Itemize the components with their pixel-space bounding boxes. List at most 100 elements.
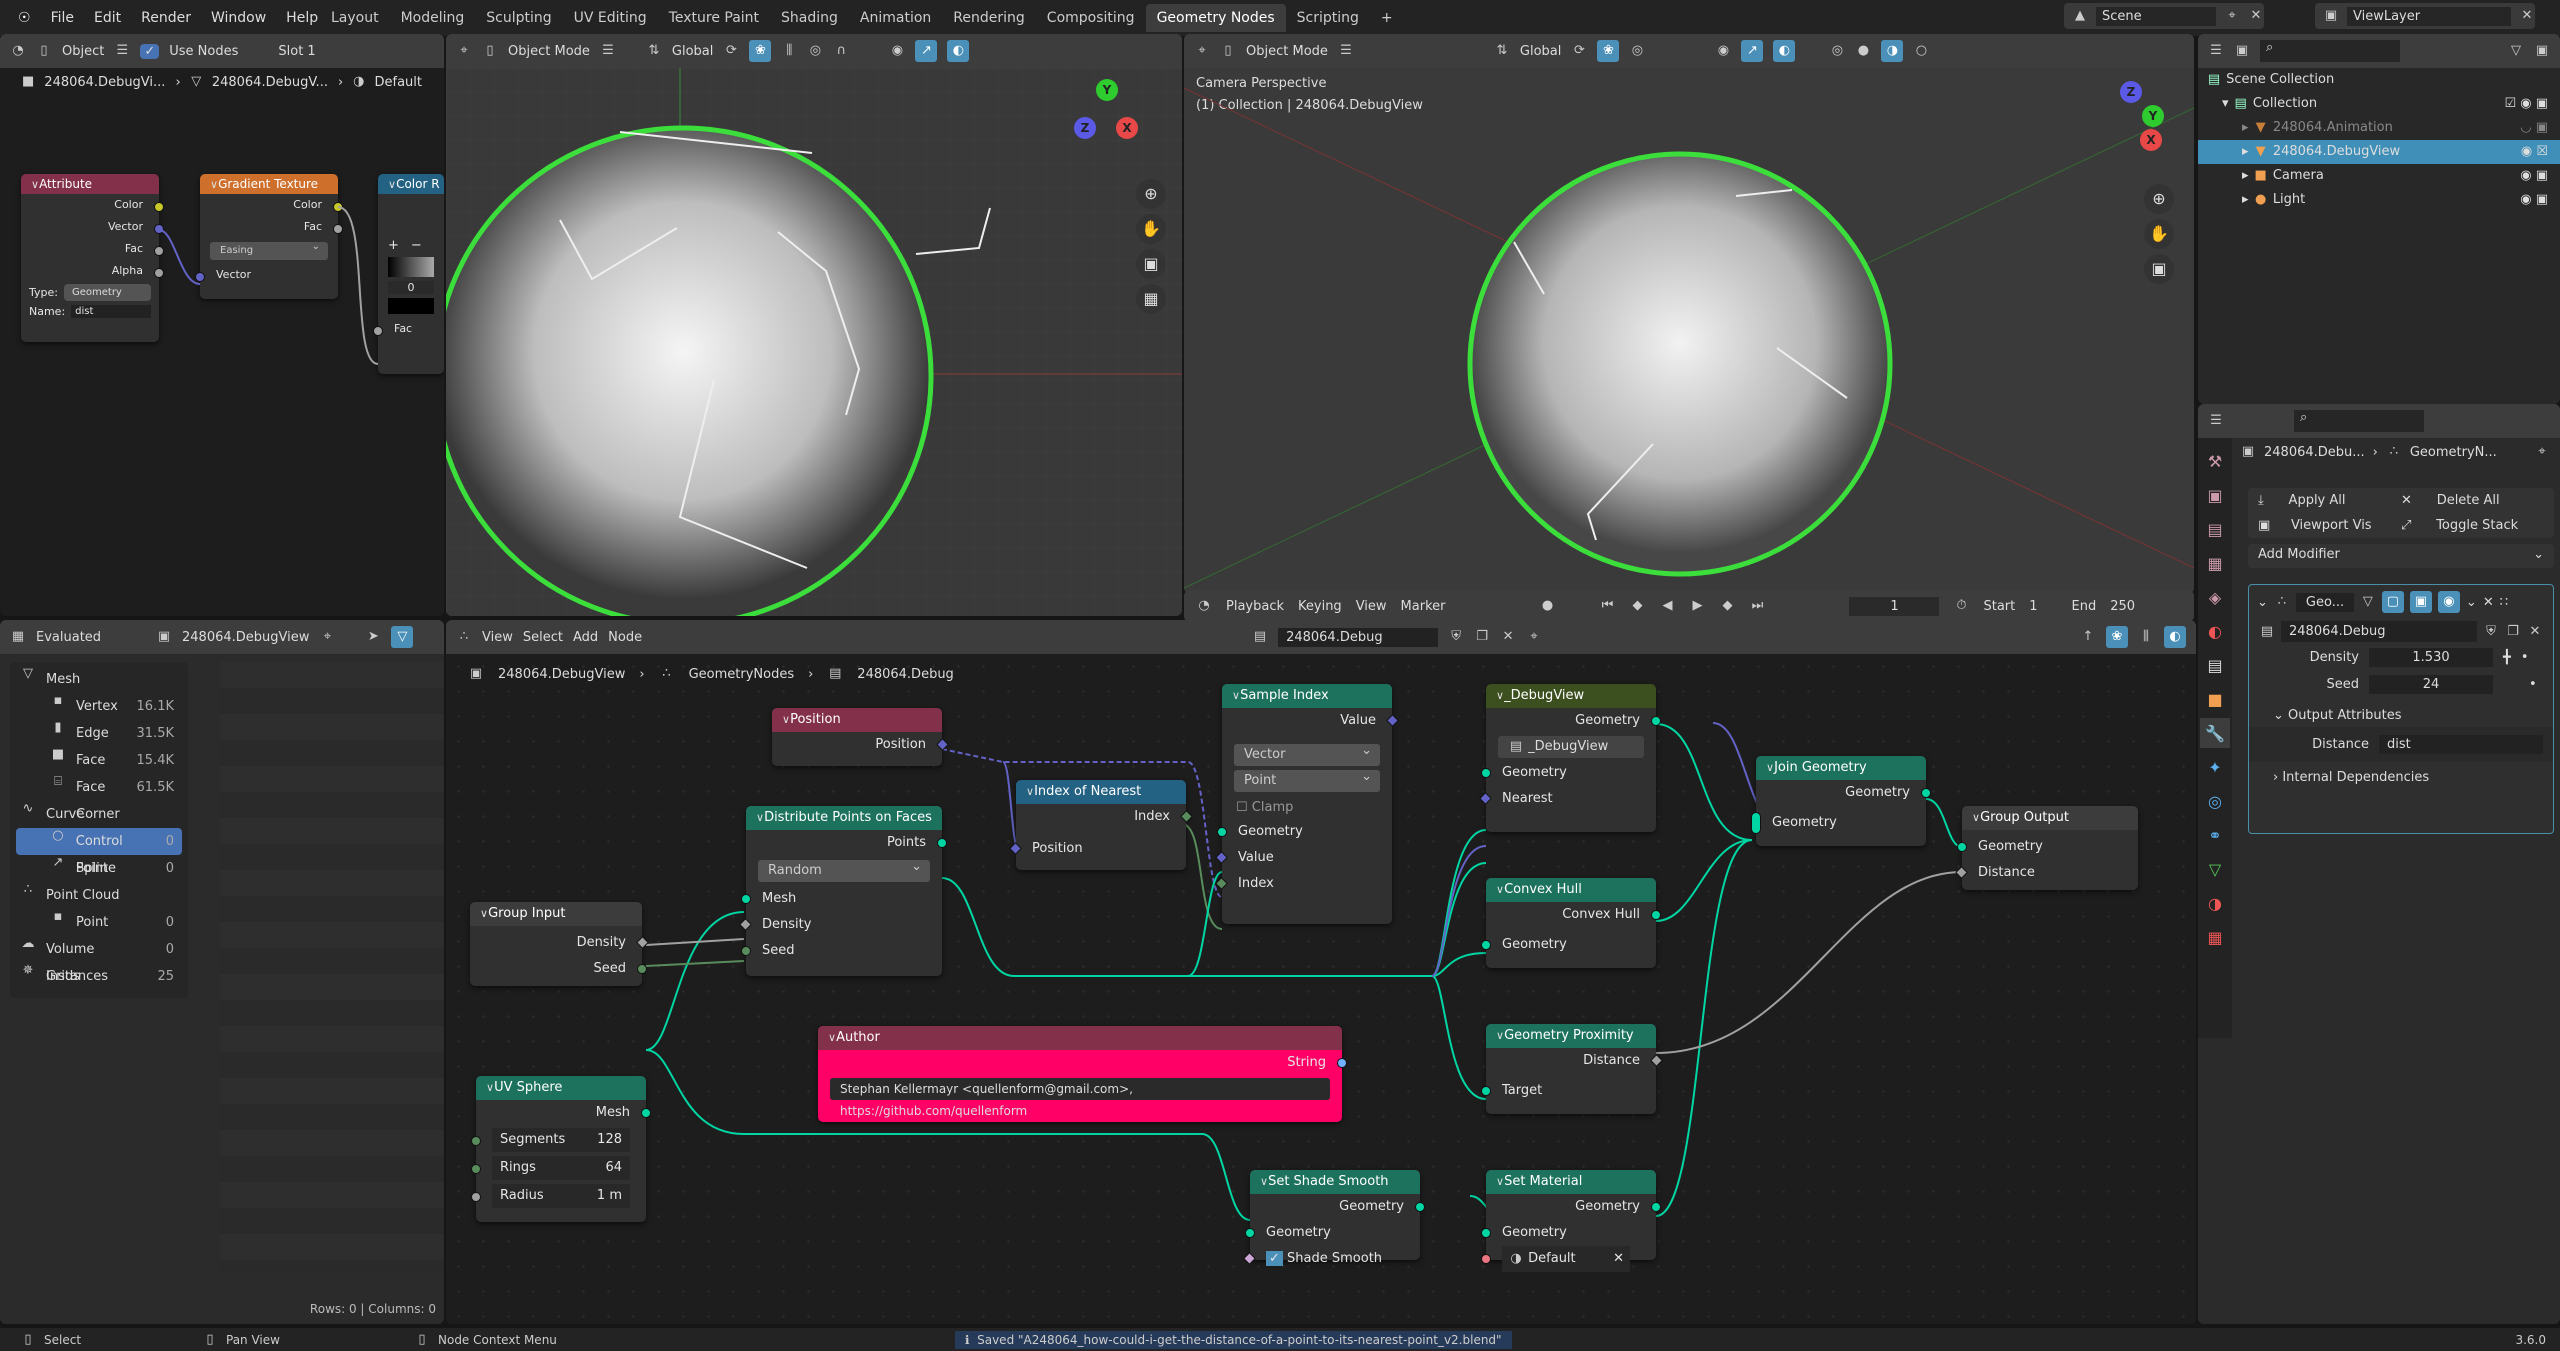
viewport-top[interactable]: ⌖ ▯ Object Mode ☰ ⇅ Global ⟳ ❀ ⫼ ◎ ∩ ◉ ↗… [446,34,1182,616]
domain-item-face-corner[interactable]: ⌸ Face Corner 61.5K [16,774,182,822]
visibility-toggles[interactable]: ◉ ▣ [2520,188,2560,212]
zoom-icon[interactable]: ⊕ [2144,184,2174,214]
mode-dropdown[interactable]: Object Mode [1246,44,1328,59]
new-collection-icon[interactable]: ▣ [2534,43,2550,59]
tab-rendering[interactable]: Rendering [942,4,1036,32]
render-tab-icon[interactable]: ▣ [2200,480,2230,510]
on-cage-icon[interactable]: ▢ [2381,591,2404,613]
zoom-icon[interactable]: ⊕ [1136,179,1166,209]
node-index-of-nearest[interactable]: Index of Nearest Index Position [1009,780,1193,870]
visibility-icon[interactable]: ◉ [1715,43,1731,59]
tab-uv-editing[interactable]: UV Editing [563,4,658,32]
domain-item-spline[interactable]: ↗ Spline 0 [16,855,182,882]
viewport-display-icon[interactable]: ▣ [2409,591,2432,613]
menu-marker[interactable]: Marker [1401,599,1446,614]
toggle-stack-button[interactable]: ⤢ Toggle Stack [2401,518,2554,533]
menu-icon[interactable]: ☰ [600,43,616,59]
distribute-method-dropdown[interactable]: Random [758,856,930,882]
evaluation-mode-dropdown[interactable]: Evaluated [36,630,146,645]
clamp-checkbox[interactable]: ☐ Clamp [1222,796,1392,819]
geometry-socket[interactable] [1481,940,1491,950]
menu-playback[interactable]: Playback [1226,599,1284,614]
menu-render[interactable]: Render [131,10,201,26]
tab-compositing[interactable]: Compositing [1036,4,1146,32]
radius-field[interactable]: Radius 1 m [492,1184,630,1208]
clear-material-icon[interactable]: ✕ [1613,1246,1624,1272]
snap-icon[interactable]: ❀ [1597,40,1620,62]
edit-mode-icon[interactable]: ▽ [2360,594,2376,610]
geometry-socket[interactable] [1957,842,1967,852]
target-socket[interactable] [1481,1086,1491,1096]
pin-icon[interactable]: ⌖ [319,629,335,645]
constraints-tab-icon[interactable]: ⚭ [2200,820,2230,850]
node-geometry-proximity[interactable]: Geometry Proximity Distance Target [1481,1024,1663,1114]
seed-socket[interactable] [741,946,751,956]
domain-dropdown[interactable]: Point [1234,766,1380,792]
group-selector[interactable]: ▤ _DebugView [1498,736,1644,758]
geometry-socket[interactable] [1651,1202,1661,1212]
outliner-search[interactable]: ⌕ [2260,40,2400,62]
shade-smooth-checkbox[interactable]: ✓ [1266,1251,1283,1266]
axis-y-gizmo[interactable]: Y [2142,105,2164,127]
drag-handle-icon[interactable]: ∷ [2500,595,2508,610]
geometry-socket[interactable] [1415,1202,1425,1212]
scene-selector[interactable]: ▲ Scene ⌖ ✕ [2064,3,2264,29]
points-socket[interactable] [937,838,947,848]
outliner-item-debugview[interactable]: ▸ ▼ 248064.DebugView ◉ ☒ [2198,140,2560,164]
axis-y-gizmo[interactable]: Y [1096,79,1118,101]
geometry-socket[interactable] [1921,788,1931,798]
falloff-icon[interactable]: ∩ [833,43,849,59]
viewport-camera[interactable]: ⌖ ▯ Object Mode ☰ ⇅ Global ⟳ ❀ ◎ ◉ ↗ ◐ ◎… [1184,34,2194,594]
spreadsheet-editor-icon[interactable]: ▦ [10,629,26,645]
snap-icon[interactable]: ❀ [749,40,772,62]
material-field[interactable]: ◑ Default ✕ [1502,1246,1630,1272]
node-header[interactable]: Position [772,708,942,732]
gizmo-icon[interactable]: ↗ [1741,40,1764,62]
string-socket[interactable] [1337,1058,1347,1068]
gizmo-icon[interactable]: ↗ [915,40,938,62]
apply-all-button[interactable]: ⤓ Apply All [2248,493,2401,508]
node-header[interactable]: Distribute Points on Faces [746,806,942,830]
current-frame-field[interactable]: 1 [1849,596,1940,616]
material-shading-icon[interactable]: ◑ [1881,40,1904,62]
seed-field[interactable]: 24 [2369,675,2493,694]
node-uv-sphere[interactable]: UV Sphere Mesh Segments128 Rings64 Radiu… [471,1076,651,1222]
convex-hull-socket[interactable] [1651,910,1661,920]
node-position[interactable]: Position Position [772,708,949,766]
tab-geometry-nodes[interactable]: Geometry Nodes [1145,4,1286,32]
seed-socket[interactable] [637,964,647,974]
pivot-icon[interactable]: ⟳ [1571,43,1587,59]
geometry-socket[interactable] [1481,1228,1491,1238]
menu-window[interactable]: Window [201,10,276,26]
rings-field[interactable]: Rings 64 [492,1156,630,1180]
node-header[interactable]: Set Shade Smooth [1250,1170,1420,1194]
menu-keying[interactable]: Keying [1298,599,1342,614]
tab-sculpting[interactable]: Sculpting [475,4,562,32]
node-tree-icon[interactable]: ▤ [2259,624,2275,640]
node-header[interactable]: Geometry Proximity [1486,1024,1656,1048]
camera-view-icon[interactable]: ▣ [1136,249,1166,279]
play-reverse-icon[interactable]: ◀ [1659,598,1675,614]
unlink-icon[interactable]: ✕ [2527,624,2543,640]
close-icon[interactable]: ✕ [2248,8,2264,24]
collapse-icon[interactable]: ⌄ [2257,595,2268,610]
remove-modifier-icon[interactable]: ✕ [2483,595,2494,610]
visibility-toggles[interactable]: ◉ ▣ [2520,164,2560,188]
next-keyframe-icon[interactable]: ◆ [1719,598,1735,614]
author-string-field[interactable]: Stephan Kellermayr <quellenform@gmail.co… [830,1078,1330,1118]
mesh-socket[interactable] [641,1108,651,1118]
jump-start-icon[interactable]: ⏮ [1599,598,1615,614]
segments-socket[interactable] [471,1136,481,1146]
node-debugview-group[interactable]: _DebugView Geometry ▤ _DebugView Geometr… [1479,684,1661,832]
rings-socket[interactable] [471,1164,481,1174]
hand-pan-icon[interactable]: ✋ [1136,214,1166,244]
axis-z-gizmo[interactable]: Z [1074,117,1096,139]
data-tab-icon[interactable]: ▽ [2200,854,2230,884]
menu-icon[interactable]: ☰ [1338,43,1354,59]
domain-item-edge[interactable]: ▮ Edge 31.5K [16,720,182,747]
geometry-socket[interactable] [1245,1228,1255,1238]
domain-item-curve[interactable]: ∿ Curve [16,801,182,828]
display-mode-icon[interactable]: ▣ [2234,43,2250,59]
output-attributes-subpanel[interactable]: ⌄ Output Attributes [2249,698,2553,727]
orientation-dropdown[interactable]: Global [1520,44,1561,59]
